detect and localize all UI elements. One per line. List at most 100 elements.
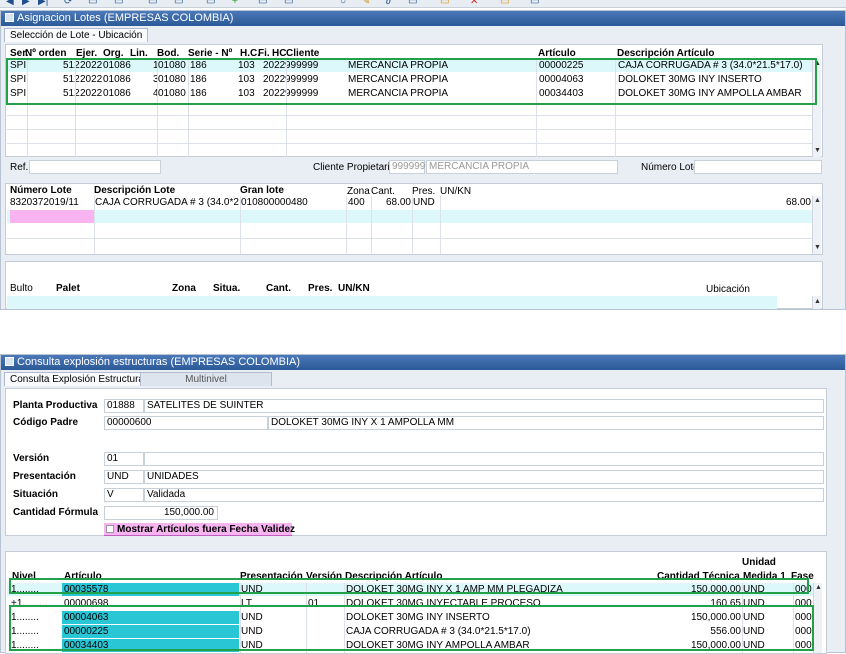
search-icon[interactable]: ○ bbox=[340, 0, 346, 7]
checkbox-icon[interactable] bbox=[106, 525, 114, 533]
situacion-code[interactable]: V bbox=[104, 488, 144, 502]
new-icon[interactable]: ▭ bbox=[174, 0, 183, 7]
cell-unidad: UND bbox=[743, 612, 765, 623]
cantidad-formula-input[interactable]: 150,000.00 bbox=[104, 506, 218, 520]
table-row[interactable]: 1........ 00000225 UND CAJA CORRUGADA # … bbox=[7, 625, 813, 638]
cell-ejer: 2022 bbox=[80, 88, 103, 99]
scroll-down-icon[interactable]: ▼ bbox=[814, 147, 821, 155]
scroll-up-icon[interactable]: ▲ bbox=[814, 197, 821, 205]
cell-n: 103 bbox=[238, 74, 255, 85]
grid-line bbox=[440, 196, 441, 254]
table-row[interactable]: SPI 512 2022 01086 4 01080 186 103 2022 … bbox=[7, 87, 812, 100]
cell-presentacion: UND bbox=[241, 612, 263, 623]
cell-version: 01 bbox=[308, 598, 320, 609]
add-icon[interactable]: + bbox=[232, 0, 238, 7]
bulto-grid-scrollbar[interactable]: ▲ bbox=[812, 296, 821, 309]
cell-articulo: 00000225 bbox=[62, 625, 239, 638]
scroll-up-icon[interactable]: ▲ bbox=[814, 298, 821, 306]
cell-pres: UND bbox=[413, 197, 435, 208]
lote-grid: Número Lote Descripción Lote Gran lote Z… bbox=[5, 183, 823, 255]
version-input[interactable]: 01 bbox=[104, 452, 144, 466]
forward-icon[interactable]: ▶ bbox=[22, 0, 30, 7]
table-row[interactable]: SPI 512 2022 01086 3 01080 186 103 2022 … bbox=[7, 73, 812, 86]
table-row[interactable]: 1........ 00034403 UND DOLOKET 30MG INY … bbox=[7, 639, 813, 652]
save-icon[interactable]: ▭ bbox=[206, 0, 215, 7]
col-gran-lote: Gran lote bbox=[240, 185, 284, 196]
cliente-propietario-code[interactable]: 999999 bbox=[389, 160, 425, 174]
cell-descripcion: CAJA CORRUGADA # 3 (34.0*21.5*17.0) bbox=[618, 60, 803, 71]
version-desc bbox=[144, 452, 824, 466]
lote-row-empty[interactable] bbox=[7, 210, 812, 223]
cell-fi: 2022 bbox=[263, 88, 286, 99]
col-bulto: Bulto bbox=[10, 283, 33, 294]
table-row[interactable]: SPI 512 2022 01086 1 01080 186 103 2022 … bbox=[7, 59, 812, 72]
mostrar-articulos-checkbox-row[interactable]: Mostrar Artículos fuera Fecha Validez bbox=[104, 523, 295, 536]
cell-gran-lote: 010800000480 bbox=[241, 197, 308, 208]
cell-nivel: +1......... bbox=[11, 598, 48, 609]
zoom-icon[interactable]: ▭ bbox=[408, 0, 417, 7]
col-org: Org. bbox=[103, 48, 124, 59]
scroll-down-icon[interactable]: ▼ bbox=[814, 244, 821, 252]
cell-descripcion: DOLOKET 30MG INY INSERTO bbox=[618, 74, 762, 85]
explosion-grid-scrollbar[interactable]: ▲ bbox=[813, 583, 822, 653]
cell-bod: 01080 bbox=[158, 60, 186, 71]
paste-icon[interactable]: ▭ bbox=[148, 0, 157, 7]
cell-cliente: MERCANCIA PROPIA bbox=[348, 74, 449, 85]
lock-icon[interactable]: ▭ bbox=[440, 0, 449, 7]
tab-consulta-explosion[interactable]: Consulta Explosión Estructuras bbox=[4, 372, 155, 386]
scroll-up-icon[interactable]: ▲ bbox=[815, 584, 822, 592]
cell-hc: 999999 bbox=[285, 60, 319, 71]
table-row[interactable]: 1........ 00004063 UND DOLOKET 30MG INY … bbox=[7, 611, 813, 624]
bulto-row-empty[interactable] bbox=[7, 296, 777, 309]
cell-n: 103 bbox=[238, 60, 255, 71]
explosion-rows: 1........ 00035578 UND DOLOKET 30MG INY … bbox=[7, 583, 813, 653]
grid-line bbox=[793, 583, 794, 653]
situacion-label: Situación bbox=[13, 489, 59, 500]
scroll-up-icon[interactable]: ▲ bbox=[814, 60, 821, 68]
back-icon[interactable]: ◀ bbox=[6, 0, 14, 7]
refresh-icon[interactable]: ⟳ bbox=[64, 0, 72, 7]
cell-org: 01086 bbox=[103, 74, 131, 85]
table-row[interactable]: +1......... 00000698 LT 01 DOLOKET 30MG … bbox=[7, 597, 813, 610]
link-icon[interactable]: ∂ bbox=[386, 0, 391, 7]
last-icon[interactable]: ▶| bbox=[38, 0, 48, 7]
order-grid-scrollbar[interactable]: ▲ ▼ bbox=[812, 59, 821, 157]
pencil-icon[interactable]: ✎ bbox=[362, 0, 370, 7]
col-hc2: HC bbox=[272, 48, 287, 59]
col-ubicacion: Ubicación bbox=[706, 284, 750, 295]
codigo-padre-name: DOLOKET 30MG INY X 1 AMPOLLA MM bbox=[268, 416, 824, 430]
table-row[interactable]: 1........ 00035578 UND DOLOKET 30MG INY … bbox=[7, 583, 813, 596]
folder-icon[interactable]: ▭ bbox=[284, 0, 293, 7]
tab-seleccion-lote[interactable]: Selección de Lote - Ubicación bbox=[4, 28, 149, 42]
lote-input-cell[interactable] bbox=[10, 210, 94, 223]
toolbar: ◀ ▶ ▶| ⟳ ▭ ▭ ▭ ▭ ▭ + ▭ ▭ ○ ✎ ∂ ▭ ▭ ✕ ▭ ▭ bbox=[0, 0, 846, 8]
lote-row[interactable]: 8320372019/11 CAJA CORRUGADA # 3 (34.0*2… bbox=[7, 196, 812, 209]
numero-lote-input[interactable] bbox=[694, 160, 822, 174]
cell-orden: 512 bbox=[63, 60, 80, 71]
cell-descripcion: DOLOKET 30MG INY X 1 AMP MM PLEGADIZA bbox=[346, 584, 563, 595]
cell-cantidad: 150,000.00 bbox=[690, 640, 741, 651]
cell-articulo: 00034403 bbox=[62, 639, 239, 652]
warning-icon[interactable]: ▭ bbox=[500, 0, 509, 7]
col-descripcion-lote: Descripción Lote bbox=[94, 185, 176, 196]
lote-grid-scrollbar[interactable]: ▲ ▼ bbox=[812, 196, 821, 254]
presentacion-code[interactable]: UND bbox=[104, 470, 144, 484]
cell-articulo: 00004063 bbox=[62, 611, 239, 624]
col-serie: Serie - Nº bbox=[188, 48, 233, 59]
tab-multinivel[interactable]: Multinivel bbox=[140, 372, 272, 386]
cell-bod: 01080 bbox=[158, 74, 186, 85]
ref-input[interactable] bbox=[29, 160, 161, 174]
window-app-icon bbox=[5, 13, 14, 22]
print-icon[interactable]: ▭ bbox=[88, 0, 97, 7]
grid-line bbox=[371, 196, 372, 254]
cell-presentacion: UND bbox=[241, 640, 263, 651]
grid-line bbox=[94, 196, 95, 254]
cell-nivel: 1........ bbox=[11, 626, 39, 637]
delete-icon[interactable]: ✕ bbox=[470, 0, 478, 7]
edit-icon[interactable]: ▭ bbox=[258, 0, 267, 7]
codigo-padre-code[interactable]: 00000600 bbox=[104, 416, 268, 430]
copy-icon[interactable]: ▭ bbox=[114, 0, 123, 7]
col-lin: Lin. bbox=[130, 48, 148, 59]
export-icon[interactable]: ▭ bbox=[530, 0, 539, 7]
planta-code[interactable]: 01888 bbox=[104, 399, 144, 413]
